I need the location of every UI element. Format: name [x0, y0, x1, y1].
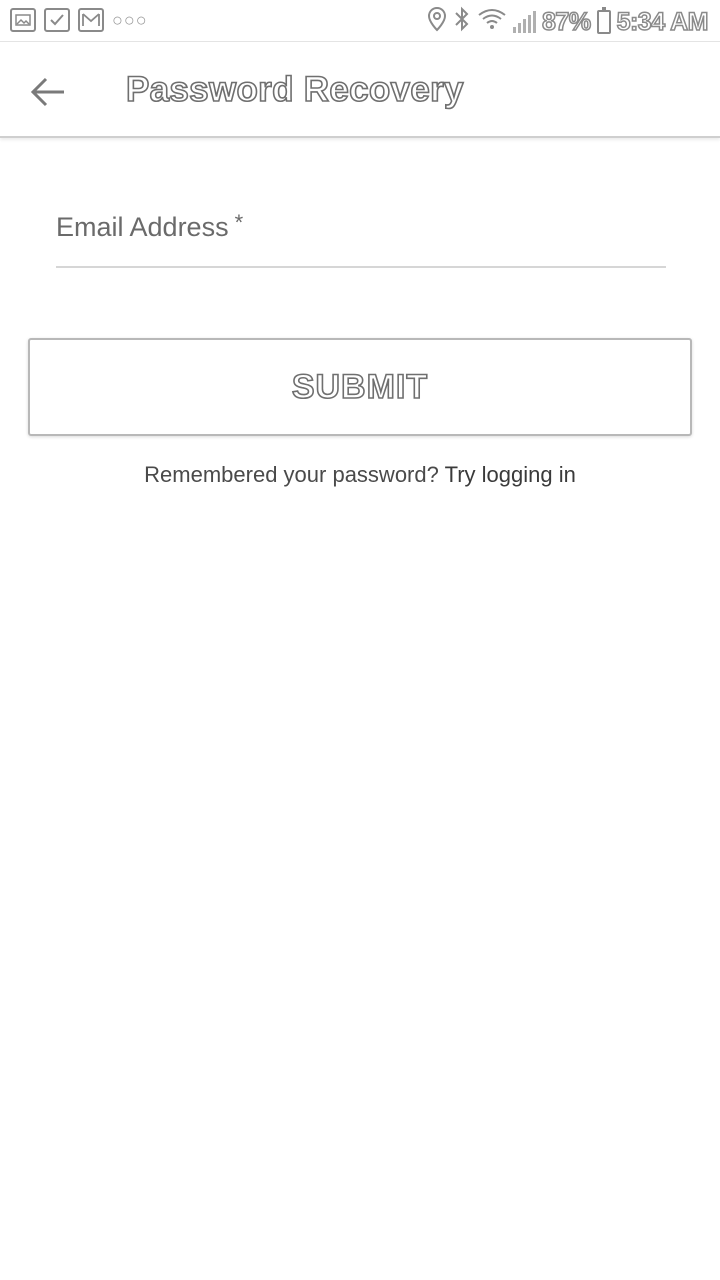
email-label: Email Address *: [56, 210, 244, 243]
email-label-text: Email Address: [56, 212, 229, 242]
back-button[interactable]: [24, 68, 72, 116]
more-notifications-icon: ○○○: [112, 9, 148, 30]
battery-icon: [596, 7, 611, 34]
location-icon: [427, 6, 447, 38]
clock: 5:34 AM: [616, 7, 709, 37]
gallery-notification-icon: [10, 8, 36, 32]
required-mark: *: [234, 210, 244, 235]
submit-label: SUBMIT: [291, 367, 429, 407]
battery-percent: 87%: [541, 7, 592, 37]
wifi-icon: [477, 7, 507, 37]
signal-icon: [513, 11, 537, 33]
login-hint: Remembered your password? Try logging in: [0, 462, 720, 488]
system-indicators: 87% 5:34 AM: [427, 6, 709, 38]
login-prompt: Remembered your password?: [144, 462, 439, 487]
checkmark-notification-icon: [44, 8, 70, 32]
app-bar: Password Recovery: [0, 42, 720, 138]
back-arrow-icon: [30, 77, 64, 107]
page-title: Password Recovery: [125, 69, 464, 110]
gmail-notification-icon: [78, 8, 104, 32]
try-logging-in-link[interactable]: Try logging in: [445, 462, 576, 487]
status-bar: ○○○ 87% 5:34 AM: [0, 0, 720, 42]
bluetooth-icon: [453, 6, 471, 38]
submit-button[interactable]: SUBMIT: [28, 338, 692, 436]
email-field[interactable]: Email Address *: [56, 200, 666, 268]
notification-icons: ○○○: [10, 8, 148, 32]
